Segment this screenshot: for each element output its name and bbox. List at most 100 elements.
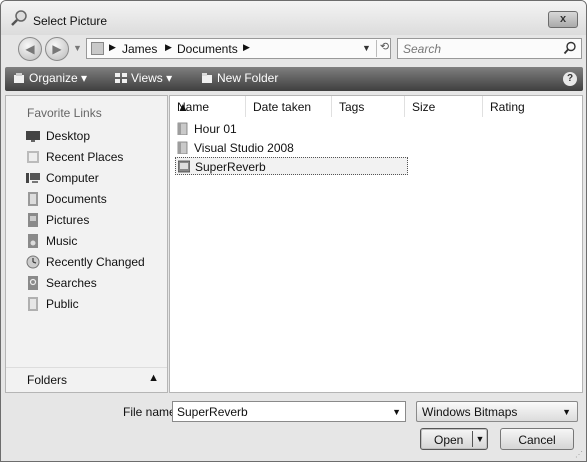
sidebar-item-label: Computer <box>46 171 99 185</box>
sidebar-item-label: Pictures <box>46 213 90 227</box>
column-header-name[interactable]: Name ▲ <box>170 96 246 117</box>
sidebar-item-label: Desktop <box>46 129 91 143</box>
desktop-icon <box>26 131 40 142</box>
organize-icon <box>14 73 24 83</box>
navigation-pane: Favorite Links Desktop Recent Places Com… <box>5 95 168 393</box>
address-dropdown-icon[interactable]: ▼ <box>362 43 371 53</box>
sort-ascending-icon: ▲ <box>177 100 189 114</box>
file-list-pane: Name ▲ Date taken Tags Size Rating Hour … <box>169 95 583 393</box>
sidebar-item-label: Recently Changed <box>46 255 145 269</box>
column-header-rating[interactable]: Rating <box>483 96 583 117</box>
organize-label: Organize <box>29 71 78 85</box>
resize-grip-icon[interactable]: ⋰ <box>575 450 583 459</box>
sidebar-item-recently-changed[interactable]: Recently Changed <box>26 254 166 272</box>
public-icon <box>28 297 38 311</box>
breadcrumb-separator-icon[interactable]: ▶ <box>243 42 250 53</box>
new-folder-button[interactable]: New Folder <box>201 71 278 85</box>
column-header-date-taken[interactable]: Date taken <box>246 96 332 117</box>
sidebar-item-music[interactable]: Music <box>26 233 166 251</box>
address-row: ◀ ▶ ▼ ▶ James ▶ Documents ▶ ▼ ⟲ Search <box>1 35 586 63</box>
breadcrumb-james[interactable]: James <box>122 42 157 56</box>
sidebar-item-desktop[interactable]: Desktop <box>26 128 166 146</box>
new-folder-label: New Folder <box>217 71 279 85</box>
breadcrumb-documents[interactable]: Documents <box>177 42 238 56</box>
command-toolbar: Organize ▾ Views ▾ New Folder ? <box>5 67 583 91</box>
sidebar-item-documents[interactable]: Documents <box>26 191 166 209</box>
file-type-value: Windows Bitmaps <box>422 405 518 419</box>
sidebar-item-recent-places[interactable]: Recent Places <box>26 149 166 167</box>
magnifier-icon <box>11 10 27 26</box>
forward-arrow-icon: ▶ <box>52 42 62 56</box>
cancel-label: Cancel <box>518 433 556 447</box>
cancel-button[interactable]: Cancel <box>500 428 574 450</box>
file-name: SuperReverb <box>195 160 266 174</box>
file-type-select[interactable]: Windows Bitmaps ▼ <box>416 401 578 422</box>
help-icon[interactable]: ? <box>563 72 577 86</box>
computer-icon <box>26 173 40 183</box>
window-title: Select Picture <box>33 14 108 28</box>
chevron-up-icon: ▲ <box>148 372 159 384</box>
searches-icon <box>28 276 38 290</box>
views-icon <box>115 73 127 83</box>
sidebar-item-computer[interactable]: Computer <box>26 170 166 188</box>
breadcrumb-separator-icon[interactable]: ▶ <box>165 42 172 53</box>
pictures-icon <box>28 213 38 227</box>
file-name-input[interactable]: SuperReverb ▼ <box>172 401 406 422</box>
search-placeholder: Search <box>403 42 442 56</box>
back-button[interactable]: ◀ <box>18 37 42 61</box>
column-header-size[interactable]: Size <box>405 96 483 117</box>
open-label: Open <box>434 433 464 447</box>
favorite-links-header: Favorite Links <box>27 106 102 120</box>
close-icon: x <box>559 13 567 25</box>
chevron-down-icon: ▼ <box>562 407 571 417</box>
sidebar-item-label: Recent Places <box>46 150 124 164</box>
file-name-label: File name: <box>123 405 180 419</box>
views-label: Views <box>131 71 163 85</box>
folder-icon <box>177 122 188 135</box>
recently-changed-icon <box>26 255 40 269</box>
file-name: Hour 01 <box>194 122 237 136</box>
file-list-item-selected[interactable]: SuperReverb <box>175 157 408 175</box>
sidebar-item-pictures[interactable]: Pictures <box>26 212 166 230</box>
address-bar[interactable]: ▶ James ▶ Documents ▶ ▼ ⟲ <box>86 38 391 59</box>
close-button[interactable]: x <box>548 11 578 28</box>
file-name-value: SuperReverb <box>177 405 248 419</box>
column-header-label: Date taken <box>253 100 312 114</box>
music-icon <box>28 234 38 248</box>
recent-pages-dropdown-icon[interactable]: ▼ <box>73 43 82 53</box>
folders-toggle[interactable]: Folders ▲ <box>6 367 167 392</box>
file-name: Visual Studio 2008 <box>194 141 294 155</box>
search-icon[interactable] <box>563 41 577 55</box>
column-header-label: Tags <box>339 100 365 114</box>
chevron-down-icon[interactable]: ▼ <box>392 407 401 417</box>
sidebar-item-label: Public <box>46 297 79 311</box>
column-header-label: Rating <box>490 100 525 114</box>
breadcrumb-separator-icon[interactable]: ▶ <box>109 42 116 53</box>
select-picture-dialog: Select Picture x ◀ ▶ ▼ ▶ James ▶ Documen… <box>0 0 587 462</box>
sidebar-item-label: Music <box>46 234 78 248</box>
column-header-tags[interactable]: Tags <box>332 96 405 117</box>
title-bar: Select Picture x <box>1 1 586 35</box>
forward-button[interactable]: ▶ <box>45 37 69 61</box>
views-menu[interactable]: Views ▾ <box>115 71 172 85</box>
folder-icon <box>177 141 188 154</box>
back-arrow-icon: ◀ <box>25 42 35 56</box>
refresh-icon[interactable]: ⟲ <box>376 40 392 57</box>
file-list-item[interactable]: Visual Studio 2008 <box>177 139 317 157</box>
new-folder-icon <box>202 73 212 83</box>
organize-menu[interactable]: Organize ▾ <box>13 71 87 85</box>
folders-label: Folders <box>27 373 68 387</box>
bitmap-file-icon <box>178 160 190 173</box>
open-options-dropdown-icon[interactable]: ▼ <box>472 431 487 447</box>
recent-places-icon <box>27 151 39 163</box>
file-list-item[interactable]: Hour 01 <box>177 120 317 138</box>
sidebar-item-label: Documents <box>46 192 107 206</box>
documents-icon <box>28 192 38 206</box>
sidebar-item-searches[interactable]: Searches <box>26 275 166 293</box>
search-box[interactable]: Search <box>397 38 582 59</box>
open-button[interactable]: Open ▼ <box>420 428 488 450</box>
folder-icon <box>91 42 104 55</box>
sidebar-item-label: Searches <box>46 276 97 290</box>
sidebar-item-public[interactable]: Public <box>26 296 166 314</box>
column-header-label: Size <box>412 100 436 114</box>
